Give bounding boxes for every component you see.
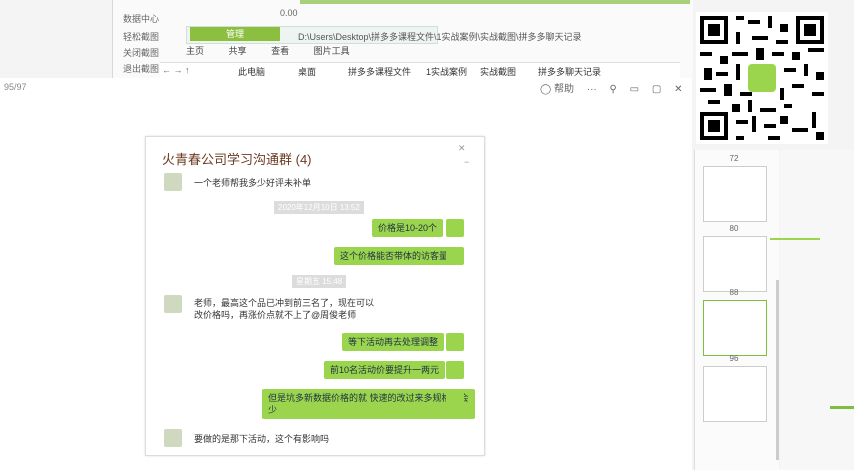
thumbnail-label: 72 xyxy=(729,154,739,163)
message-right: 前10名活动价要提升一两元 xyxy=(324,361,446,379)
message-left: 一个老师帮我多少好评未补单 xyxy=(194,178,312,188)
tab-picture-tools[interactable]: 图片工具 xyxy=(314,44,350,57)
thumbnail-strip[interactable]: 72 80 88 96 xyxy=(694,150,779,470)
maximize-icon[interactable]: ▢ xyxy=(652,84,661,95)
message-right: 价格是10-20个 xyxy=(372,219,444,237)
thumbnail[interactable] xyxy=(703,166,767,222)
avatar xyxy=(446,389,464,407)
minimize-icon[interactable]: ▭ xyxy=(630,84,639,95)
overview-marker xyxy=(830,406,854,409)
page-counter: 95/97 xyxy=(4,82,27,92)
tab-share[interactable]: 共享 xyxy=(229,44,247,57)
progress-value: 0.00 xyxy=(280,8,298,18)
timestamp: 星期五 15:48 xyxy=(292,275,347,288)
message-right: 但是坑多新数据价格的就 快速的改过来多规格就会 少 xyxy=(262,389,475,419)
chat-window: 火青春公司学习沟通群 (4) ✕ − 一个老师帮我多少好评未补单 2020年12… xyxy=(145,136,485,456)
thumbnail-selected[interactable] xyxy=(703,300,767,356)
avatar xyxy=(446,361,464,379)
message-left: 要做的是那下活动，这个有影响吗 xyxy=(194,434,330,444)
scrollbar[interactable] xyxy=(776,280,779,460)
toolbar-label: 数据中心 xyxy=(123,14,160,24)
message-right: 等下活动再去处理调整 xyxy=(342,333,445,351)
row4-label[interactable]: 退出截图 xyxy=(123,62,159,75)
overview-panel[interactable] xyxy=(770,150,854,470)
avatar xyxy=(164,295,182,313)
thumbnail-label: 96 xyxy=(729,354,739,363)
avatar xyxy=(164,429,182,447)
close-icon[interactable]: ✕ xyxy=(674,84,682,95)
row3-label[interactable]: 关闭截图 xyxy=(123,46,159,59)
thumbnail-label: 80 xyxy=(729,224,739,233)
avatar xyxy=(446,219,464,237)
chat-title: 火青春公司学习沟通群 (4) xyxy=(162,152,312,167)
tab-view[interactable]: 查看 xyxy=(271,44,289,57)
avatar xyxy=(164,173,182,191)
help-button[interactable]: ◯ 帮助 xyxy=(540,84,574,95)
thumbnail[interactable] xyxy=(703,366,767,422)
thumbnail-label: 88 xyxy=(729,288,739,297)
tab-home[interactable]: 主页 xyxy=(186,44,204,57)
row2-label[interactable]: 轻松截图 xyxy=(123,30,159,43)
pin-icon[interactable]: ⚲ xyxy=(610,84,617,95)
path-label: D:\Users\Desktop\拼多多课程文件\1实战案例\实战截图\拼多多聊… xyxy=(298,32,582,42)
viewer-title-buttons: ◯ 帮助 ··· ⚲ ▭ ▢ ✕ xyxy=(540,80,693,95)
message-right: 这个价格能否带体的访客量的 xyxy=(334,247,464,265)
nav-arrows-icon[interactable]: ← → ↑ xyxy=(162,65,190,75)
avatar xyxy=(446,333,464,351)
ribbon-tabs: 主页 共享 查看 图片工具 xyxy=(186,44,386,58)
timestamp: 2020年12月10日 13:52 xyxy=(274,201,364,214)
close-icon[interactable]: ✕ xyxy=(458,143,466,154)
thumbnail[interactable] xyxy=(703,236,767,292)
qr-code xyxy=(696,12,828,144)
progress-bar xyxy=(300,0,690,4)
more-button[interactable]: ··· xyxy=(587,84,597,95)
ribbon-tab-manage[interactable]: 管理 xyxy=(190,27,280,41)
avatar xyxy=(446,247,464,265)
message-left: 老师，最高这个品已冲到前三名了，现在可以 改价格吗，再涨价点就不上了@周俊老师 xyxy=(194,298,375,320)
minimize-icon[interactable]: − xyxy=(464,157,469,167)
overview-marker xyxy=(770,238,820,240)
